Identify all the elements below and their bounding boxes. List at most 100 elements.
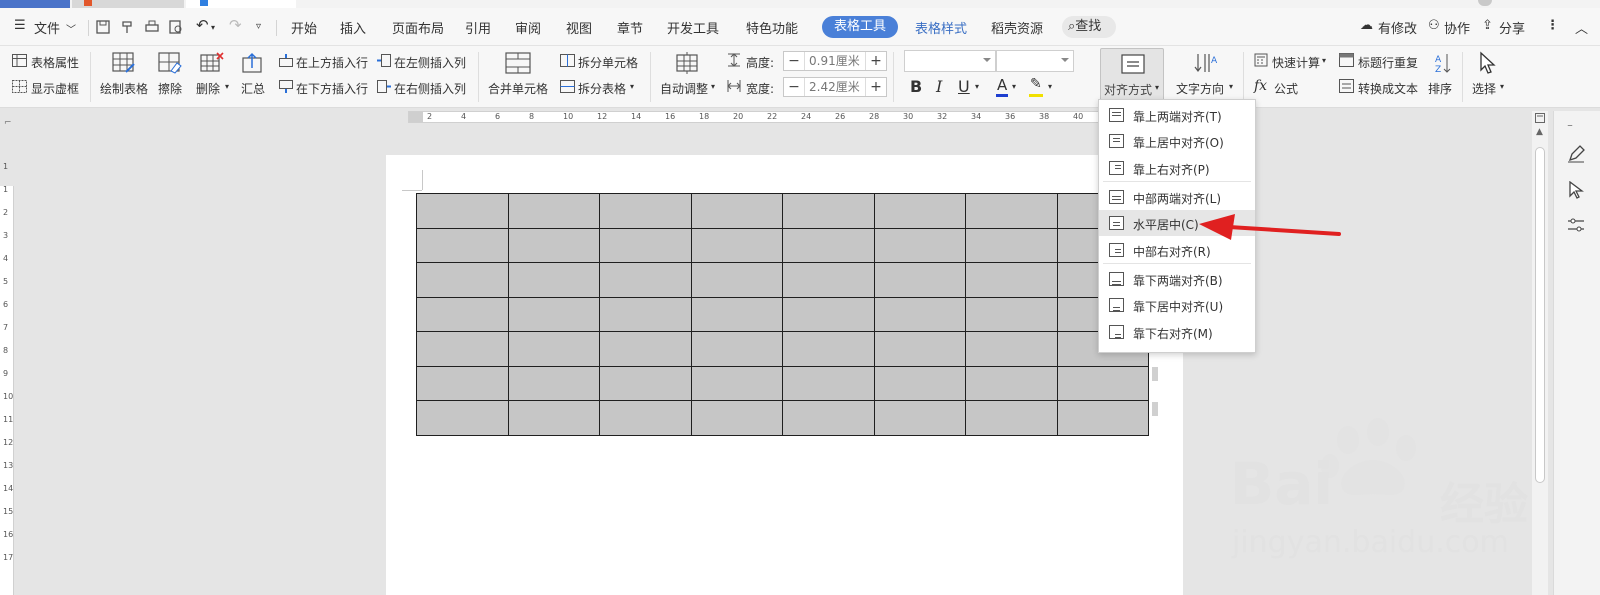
save-icon[interactable] — [96, 20, 110, 34]
tab-insert[interactable]: 插入 — [340, 18, 366, 37]
table-cell[interactable] — [965, 400, 1058, 436]
table-cell[interactable] — [782, 296, 875, 332]
split-table-button[interactable]: 拆分表格 — [578, 80, 626, 97]
more-options-icon[interactable]: ⋮ — [1546, 18, 1559, 33]
table-cell[interactable] — [416, 400, 509, 436]
row-resize-handle[interactable] — [1152, 367, 1158, 381]
tab-table-style[interactable]: 表格样式 — [915, 18, 967, 37]
text-direction-button[interactable]: 文字方向 — [1176, 80, 1224, 97]
draw-table-button[interactable]: 绘制表格 — [100, 80, 148, 97]
table-cell[interactable] — [690, 193, 783, 229]
width-stepper[interactable]: − 2.42厘米 + — [783, 77, 887, 97]
table-cell[interactable] — [965, 365, 1058, 401]
table-cell[interactable] — [599, 262, 692, 298]
collapse-icon[interactable]: ﹣ — [1564, 115, 1576, 132]
share-icon[interactable]: ⇪ — [1482, 18, 1493, 33]
horizontal-ruler[interactable]: 24681012141618202224262830323436384042 — [408, 111, 1142, 123]
tab-special-features[interactable]: 特色功能 — [746, 18, 798, 37]
table-cell[interactable] — [416, 262, 509, 298]
table-cell[interactable] — [690, 227, 783, 263]
table-cell[interactable] — [965, 331, 1058, 367]
table-cell[interactable] — [599, 227, 692, 263]
home-tab[interactable] — [0, 0, 70, 8]
share-button[interactable]: 分享 — [1499, 18, 1525, 37]
table-cell[interactable] — [1056, 400, 1149, 436]
table-cell[interactable] — [965, 193, 1058, 229]
settings-sliders-icon[interactable] — [1567, 217, 1585, 233]
table-cell[interactable] — [782, 331, 875, 367]
row-resize-handle[interactable] — [1152, 402, 1158, 416]
hamburger-icon[interactable]: ☰ — [14, 18, 26, 33]
tab-stop-selector[interactable]: ⌐ — [4, 118, 12, 128]
height-stepper[interactable]: − 0.91厘米 + — [783, 51, 887, 71]
summary-button[interactable]: 汇总 — [241, 80, 265, 97]
edit-pen-icon[interactable] — [1567, 145, 1585, 163]
table-cell[interactable] — [782, 227, 875, 263]
table-cell[interactable] — [965, 262, 1058, 298]
table-cell[interactable] — [507, 365, 600, 401]
redo-icon[interactable]: ↷ — [229, 16, 242, 34]
format-painter-icon[interactable] — [121, 20, 135, 34]
table-cell[interactable] — [690, 331, 783, 367]
table-cell[interactable] — [965, 227, 1058, 263]
table-cell[interactable] — [690, 365, 783, 401]
collapse-ribbon-icon[interactable]: ︿ — [1575, 18, 1588, 37]
bold-button[interactable]: B — [910, 77, 922, 96]
table-cell[interactable] — [965, 296, 1058, 332]
changes-button[interactable]: 有修改 — [1378, 18, 1417, 37]
table-cell[interactable] — [782, 262, 875, 298]
font-family-select[interactable] — [904, 50, 996, 72]
repeat-header-row-button[interactable]: 标题行重复 — [1358, 54, 1418, 71]
chevron-down-icon[interactable]: ▾ — [211, 23, 215, 32]
table-cell[interactable] — [873, 331, 966, 367]
tab-table-tools[interactable]: 表格工具 — [822, 16, 899, 38]
chevron-down-icon[interactable]: ▾ — [1322, 56, 1326, 65]
chevron-down-icon[interactable]: ▾ — [1500, 82, 1504, 91]
vertical-ruler[interactable]: 1 1 2 3 4 5 6 7 8 9 10 11 12 13 14 15 16 17 — [0, 162, 14, 595]
vertical-scrollbar[interactable]: ▲ — [1532, 111, 1548, 595]
table-cell[interactable] — [507, 227, 600, 263]
print-preview-icon[interactable] — [169, 20, 183, 34]
width-increase-button[interactable]: + — [866, 78, 886, 96]
tab-page-layout[interactable]: 页面布局 — [392, 18, 444, 37]
align-option[interactable]: 靠下两端对齐(B) — [1099, 266, 1255, 292]
chevron-down-icon[interactable]: ▾ — [975, 82, 979, 91]
scroll-up-icon[interactable]: ▲ — [1536, 127, 1543, 137]
page-nav-icon[interactable] — [1535, 113, 1545, 123]
delete-button[interactable]: 删除 — [196, 80, 220, 97]
table-cell[interactable] — [782, 400, 875, 436]
table-cell[interactable] — [782, 365, 875, 401]
table-cell[interactable] — [416, 227, 509, 263]
table-cell[interactable] — [873, 227, 966, 263]
font-size-select[interactable] — [996, 50, 1074, 72]
auto-fit-button[interactable]: 自动调整 — [660, 80, 708, 97]
tab-sections[interactable]: 章节 — [617, 18, 643, 37]
file-menu[interactable]: 文件 — [34, 18, 60, 37]
erase-button[interactable]: 擦除 — [158, 80, 182, 97]
tab-view[interactable]: 视图 — [566, 18, 592, 37]
align-option[interactable]: 靠上两端对齐(T) — [1099, 102, 1255, 128]
font-color-button[interactable]: A — [997, 76, 1007, 94]
chevron-down-icon[interactable]: ▾ — [1229, 82, 1233, 91]
quick-calc-button[interactable]: 快速计算 — [1272, 54, 1320, 71]
width-input[interactable]: 2.42厘米 — [804, 78, 866, 96]
insert-row-below-button[interactable]: 在下方插入行 — [296, 80, 368, 97]
table-cell[interactable] — [599, 400, 692, 436]
align-option[interactable]: 靠上右对齐(P) — [1099, 155, 1255, 181]
formula-button[interactable]: 公式 — [1274, 80, 1298, 97]
chevron-down-icon[interactable]: ▾ — [630, 82, 634, 91]
table-cell[interactable] — [416, 193, 509, 229]
table-cell[interactable] — [690, 400, 783, 436]
scrollbar-thumb[interactable] — [1535, 147, 1545, 483]
sort-button[interactable]: 排序 — [1428, 80, 1452, 97]
avatar[interactable] — [1478, 0, 1492, 6]
convert-to-text-button[interactable]: 转换成文本 — [1358, 80, 1418, 97]
table-cell[interactable] — [599, 296, 692, 332]
italic-button[interactable]: I — [936, 77, 942, 96]
tab-docer-resources[interactable]: 稻壳资源 — [991, 18, 1043, 37]
tab-developer[interactable]: 开发工具 — [667, 18, 719, 37]
table-cell[interactable] — [416, 365, 509, 401]
customize-toolbar-icon[interactable]: ▿ — [256, 21, 261, 32]
insert-column-left-button[interactable]: 在左侧插入列 — [394, 54, 466, 71]
chevron-down-icon[interactable]: ﹀ — [66, 21, 76, 36]
